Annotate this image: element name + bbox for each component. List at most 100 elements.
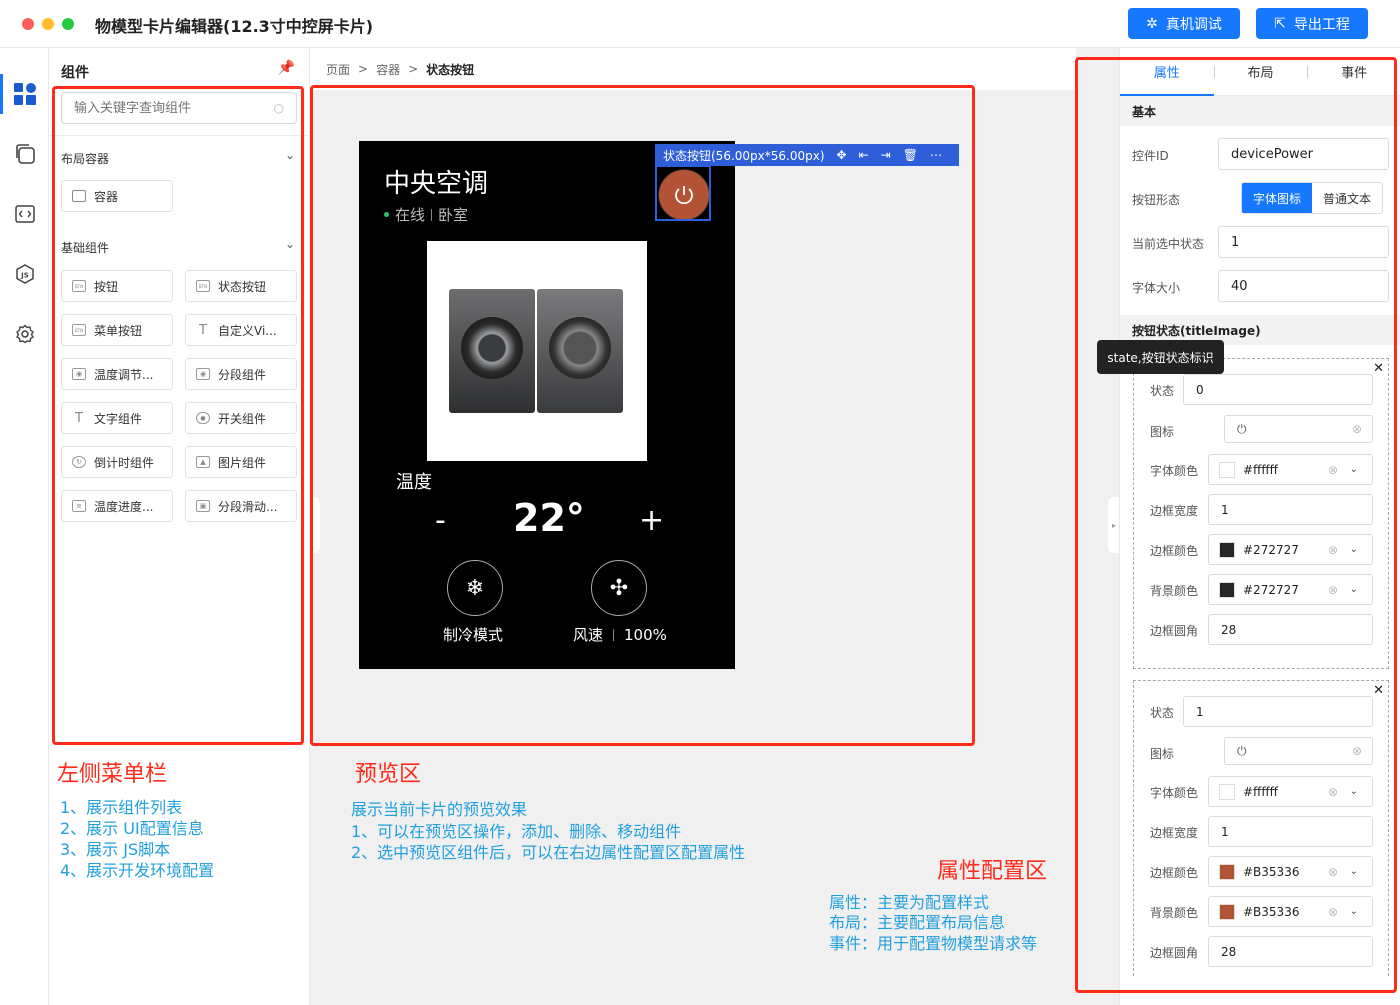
copy-icon: [15, 144, 35, 164]
chevron-down-icon[interactable]: ⌄: [1350, 464, 1358, 475]
divider: [431, 208, 433, 221]
clear-icon[interactable]: ⊗: [1352, 744, 1362, 758]
bg-color-value: #272727: [1243, 582, 1299, 597]
clear-icon[interactable]: ⊗: [1328, 463, 1338, 477]
btn-icon: BTN: [196, 280, 210, 292]
chevron-down-icon[interactable]: ⌄: [285, 237, 295, 251]
annotation-props-title: 属性配置区: [937, 859, 1048, 884]
rail-pages-button[interactable]: [0, 130, 49, 178]
chevron-down-icon[interactable]: ⌄: [1350, 866, 1358, 877]
component-button[interactable]: BTN 按钮: [61, 270, 173, 302]
state-field[interactable]: 1: [1183, 696, 1373, 727]
bg-color-picker[interactable]: #272727 ⊗ ⌄: [1208, 574, 1373, 605]
close-icon[interactable]: ✕: [1373, 361, 1384, 376]
clear-icon[interactable]: ⊗: [1328, 583, 1338, 597]
radius-field[interactable]: 28: [1208, 614, 1373, 645]
debug-button[interactable]: ✲ 真机调试: [1128, 8, 1240, 39]
increase-temp-button[interactable]: +: [639, 503, 664, 538]
align-left-icon[interactable]: ⇤: [859, 148, 869, 162]
border-color-picker[interactable]: #B35336 ⊗ ⌄: [1208, 856, 1373, 887]
tab-events[interactable]: 事件: [1307, 48, 1400, 95]
component-text[interactable]: T 文字组件: [61, 402, 173, 434]
rail-code-button[interactable]: [0, 190, 49, 238]
border-width-field[interactable]: 1: [1208, 494, 1373, 525]
component-search-input[interactable]: [74, 100, 254, 116]
align-right-icon[interactable]: ⇥: [881, 148, 891, 162]
cooling-mode-button[interactable]: ❄: [447, 560, 503, 616]
icon-label: 图标: [1150, 425, 1175, 439]
component-search[interactable]: ○: [61, 92, 297, 124]
more-icon[interactable]: ⋯: [930, 148, 942, 162]
chevron-down-icon[interactable]: ⌄: [285, 148, 295, 162]
device-title[interactable]: 中央空调: [384, 163, 488, 200]
component-image[interactable]: ▲ 图片组件: [185, 446, 297, 478]
device-image[interactable]: [427, 241, 647, 461]
component-segment-slider[interactable]: ▣ 分段滑动...: [185, 490, 297, 522]
state-tooltip: state,按钮状态标识: [1097, 340, 1224, 374]
component-state-button[interactable]: BTN 状态按钮: [185, 270, 297, 302]
color-swatch: [1219, 783, 1235, 800]
close-icon[interactable]: ✕: [1373, 683, 1384, 698]
clear-icon[interactable]: ⊗: [1328, 865, 1338, 879]
rail-settings-button[interactable]: [0, 310, 49, 358]
close-window-button[interactable]: [22, 18, 34, 30]
divider: [613, 628, 615, 641]
component-countdown[interactable]: ↻ 倒计时组件: [61, 446, 173, 478]
clear-icon[interactable]: ⊗: [1328, 905, 1338, 919]
segment-icon: ▣: [196, 500, 210, 512]
component-menu-button[interactable]: BTN 菜单按钮: [61, 314, 173, 346]
eye-icon: ◉: [196, 368, 210, 380]
icon-field[interactable]: ⏻ ⊗: [1224, 737, 1373, 765]
shape-option-plain-text[interactable]: 普通文本: [1312, 183, 1382, 213]
state-field[interactable]: 0: [1183, 374, 1373, 405]
component-container[interactable]: 容器: [61, 180, 173, 212]
chevron-down-icon[interactable]: ⌄: [1350, 544, 1358, 555]
clear-icon[interactable]: ⊗: [1328, 785, 1338, 799]
icon-field[interactable]: ⏻ ⊗: [1224, 415, 1373, 443]
font-color-picker[interactable]: #ffffff ⊗ ⌄: [1208, 454, 1373, 485]
clear-icon[interactable]: ⊗: [1352, 422, 1362, 436]
tab-layout[interactable]: 布局: [1213, 48, 1308, 95]
component-switch[interactable]: ● 开关组件: [185, 402, 297, 434]
bg-color-picker[interactable]: #B35336 ⊗ ⌄: [1208, 896, 1373, 927]
rail-components-button[interactable]: [0, 70, 49, 118]
collapse-left-handle[interactable]: [310, 497, 320, 553]
component-segment[interactable]: ◉ 分段组件: [185, 358, 297, 390]
minimize-window-button[interactable]: [42, 18, 54, 30]
chevron-down-icon[interactable]: ⌄: [1350, 906, 1358, 917]
breadcrumb-item[interactable]: 页面: [326, 61, 350, 78]
icon-rail: JS: [0, 48, 49, 1005]
title-bar: 物模型卡片编辑器(12.3寸中控屏卡片) ✲ 真机调试 ⇱ 导出工程: [0, 0, 1400, 48]
slider-icon: ≡: [72, 500, 86, 512]
border-color-picker[interactable]: #272727 ⊗ ⌄: [1208, 534, 1373, 565]
tab-properties[interactable]: 属性: [1120, 48, 1214, 96]
decrease-temp-button[interactable]: -: [435, 503, 446, 538]
pin-icon[interactable]: 📌: [278, 60, 295, 76]
state-card: ✕ 状态 0 图标 ⏻ ⊗ 字体颜色 #ffffff ⊗ ⌄ 边框宽度 1 边框颜色…: [1133, 358, 1389, 669]
font-size-field[interactable]: 40: [1218, 270, 1389, 302]
component-temp-adjust[interactable]: ◉ 温度调节...: [61, 358, 173, 390]
border-width-field[interactable]: 1: [1208, 816, 1373, 847]
fan-value: 100%: [624, 625, 667, 644]
delete-icon[interactable]: 🗑: [903, 148, 918, 162]
selection-label: 状态按钮(56.00px*56.00px): [663, 148, 825, 163]
font-color-picker[interactable]: #ffffff ⊗ ⌄: [1208, 776, 1373, 807]
image-icon: ▲: [196, 456, 210, 468]
shape-option-font-icon[interactable]: 字体图标: [1242, 183, 1313, 213]
move-icon[interactable]: ✥: [837, 148, 847, 162]
component-label: 图片组件: [218, 455, 267, 470]
maximize-window-button[interactable]: [62, 18, 74, 30]
breadcrumb-item[interactable]: 容器: [376, 61, 400, 78]
fan-speed-button[interactable]: ✣: [591, 560, 647, 616]
export-button[interactable]: ⇱ 导出工程: [1256, 8, 1368, 39]
clear-icon[interactable]: ⊗: [1328, 543, 1338, 557]
component-temp-progress[interactable]: ≡ 温度进度...: [61, 490, 173, 522]
control-id-field[interactable]: devicePower: [1218, 138, 1389, 170]
rail-js-button[interactable]: JS: [0, 250, 49, 298]
component-custom-view[interactable]: T 自定义Vi...: [185, 314, 297, 346]
radius-field[interactable]: 28: [1208, 936, 1373, 967]
bg-color-label: 背景颜色: [1150, 584, 1199, 598]
current-state-field[interactable]: 1: [1218, 226, 1389, 258]
chevron-down-icon[interactable]: ⌄: [1350, 584, 1358, 595]
chevron-down-icon[interactable]: ⌄: [1350, 786, 1358, 797]
